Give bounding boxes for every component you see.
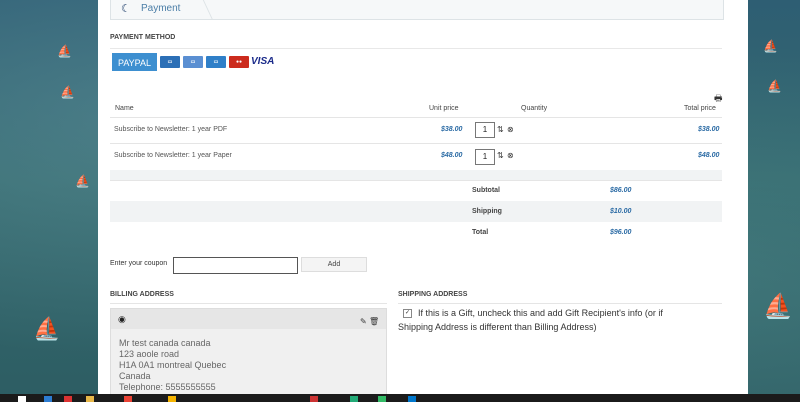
edit-icon[interactable]: ✎ xyxy=(360,317,367,326)
spacer-row xyxy=(110,170,722,180)
add-coupon-button[interactable]: Add xyxy=(301,257,367,272)
app-icon[interactable] xyxy=(168,396,176,402)
total-value: $96.00 xyxy=(610,229,632,236)
step-arrow xyxy=(188,0,213,19)
remove-icon[interactable]: ⊗ xyxy=(507,151,514,160)
item-total: $48.00 xyxy=(698,152,720,159)
address-line: H1A 0A1 montreal Quebec xyxy=(119,360,227,370)
item-total: $38.00 xyxy=(698,126,720,133)
shipping-label: Shipping xyxy=(472,208,502,215)
address-radio[interactable]: ◉ xyxy=(118,314,126,325)
item-unit-price: $38.00 xyxy=(441,126,463,133)
paypal-button[interactable]: PAYPAL xyxy=(112,53,157,71)
edge-icon[interactable] xyxy=(44,396,52,402)
col-quantity: Quantity xyxy=(521,105,548,112)
app-icon[interactable] xyxy=(310,396,318,402)
card-mastercard-icon[interactable]: ●● xyxy=(229,56,249,68)
address-line: 123 aoole road xyxy=(119,349,180,359)
step-payment[interactable]: Payment xyxy=(141,3,180,14)
shipping-address-title: SHIPPING ADDRESS xyxy=(398,291,468,298)
checkout-steps: ☾ Payment xyxy=(110,0,724,20)
visa-label[interactable]: VISA xyxy=(251,56,274,67)
sailboat-icon: ⛵ xyxy=(767,79,782,93)
card-amex-icon[interactable]: ▭ xyxy=(206,56,226,68)
subtotal-value: $86.00 xyxy=(610,187,632,194)
address-line: Telephone: 5555555555 xyxy=(119,382,216,392)
divider xyxy=(110,143,722,144)
address-line: Mr test canada canada xyxy=(119,338,211,348)
item-name: Subscribe to Newsletter: 1 year PDF xyxy=(114,126,228,133)
col-name: Name xyxy=(115,105,134,112)
col-total-price: Total price xyxy=(684,105,716,112)
app-icon[interactable] xyxy=(64,396,72,402)
sailboat-icon: ⛵ xyxy=(763,293,793,320)
billing-address-card[interactable]: ◉ ✎ 🗑 Mr test canada canada 123 aoole ro… xyxy=(110,308,387,400)
divider xyxy=(110,117,722,118)
start-icon[interactable] xyxy=(18,396,26,402)
coupon-input[interactable] xyxy=(173,257,298,274)
quantity-input[interactable]: 1 xyxy=(475,122,495,138)
payment-method-title: PAYMENT METHOD xyxy=(110,34,176,41)
refresh-icon[interactable]: ⇅ xyxy=(497,151,504,160)
divider xyxy=(110,180,722,181)
divider xyxy=(110,303,387,304)
divider xyxy=(110,48,722,49)
item-unit-price: $48.00 xyxy=(441,152,463,159)
sailboat-icon: ⛵ xyxy=(75,174,90,188)
gift-text: If this is a Gift, uncheck this and add … xyxy=(398,308,663,332)
card-discover-icon[interactable]: ▭ xyxy=(183,56,203,68)
coupon-label: Enter your coupon xyxy=(110,260,168,267)
col-unit-price: Unit price xyxy=(429,105,459,112)
total-label: Total xyxy=(472,229,489,236)
sailboat-icon: ⛵ xyxy=(57,44,72,58)
remove-icon[interactable]: ⊗ xyxy=(507,125,514,134)
app-icon[interactable] xyxy=(350,396,358,402)
divider xyxy=(398,303,722,304)
subtotal-label: Subtotal xyxy=(472,187,500,194)
sailboat-icon: ⛵ xyxy=(33,316,61,341)
billing-card-header: ◉ ✎ 🗑 xyxy=(111,309,386,329)
refresh-icon[interactable]: ⇅ xyxy=(497,125,504,134)
step-marker-icon: ☾ xyxy=(121,3,131,15)
quantity-input[interactable]: 1 xyxy=(475,149,495,165)
address-line: Canada xyxy=(119,371,151,381)
shipping-value: $10.00 xyxy=(610,208,632,215)
gift-checkbox[interactable]: ✓ xyxy=(403,309,412,318)
item-name: Subscribe to Newsletter: 1 year Paper xyxy=(114,152,232,159)
chrome-icon[interactable] xyxy=(124,396,132,402)
billing-address-title: BILLING ADDRESS xyxy=(110,291,174,298)
trash-icon[interactable]: 🗑 xyxy=(369,317,379,326)
sailboat-icon: ⛵ xyxy=(60,85,75,99)
checkout-panel: ☾ Payment PAYMENT METHOD PAYPAL ▭ ▭ ▭ ●●… xyxy=(98,0,748,400)
card-generic-icon[interactable]: ▭ xyxy=(160,56,180,68)
sailboat-icon: ⛵ xyxy=(763,39,778,53)
app-icon[interactable] xyxy=(378,396,386,402)
app-icon[interactable] xyxy=(408,396,416,402)
taskbar xyxy=(0,394,800,402)
folder-icon[interactable] xyxy=(86,396,94,402)
